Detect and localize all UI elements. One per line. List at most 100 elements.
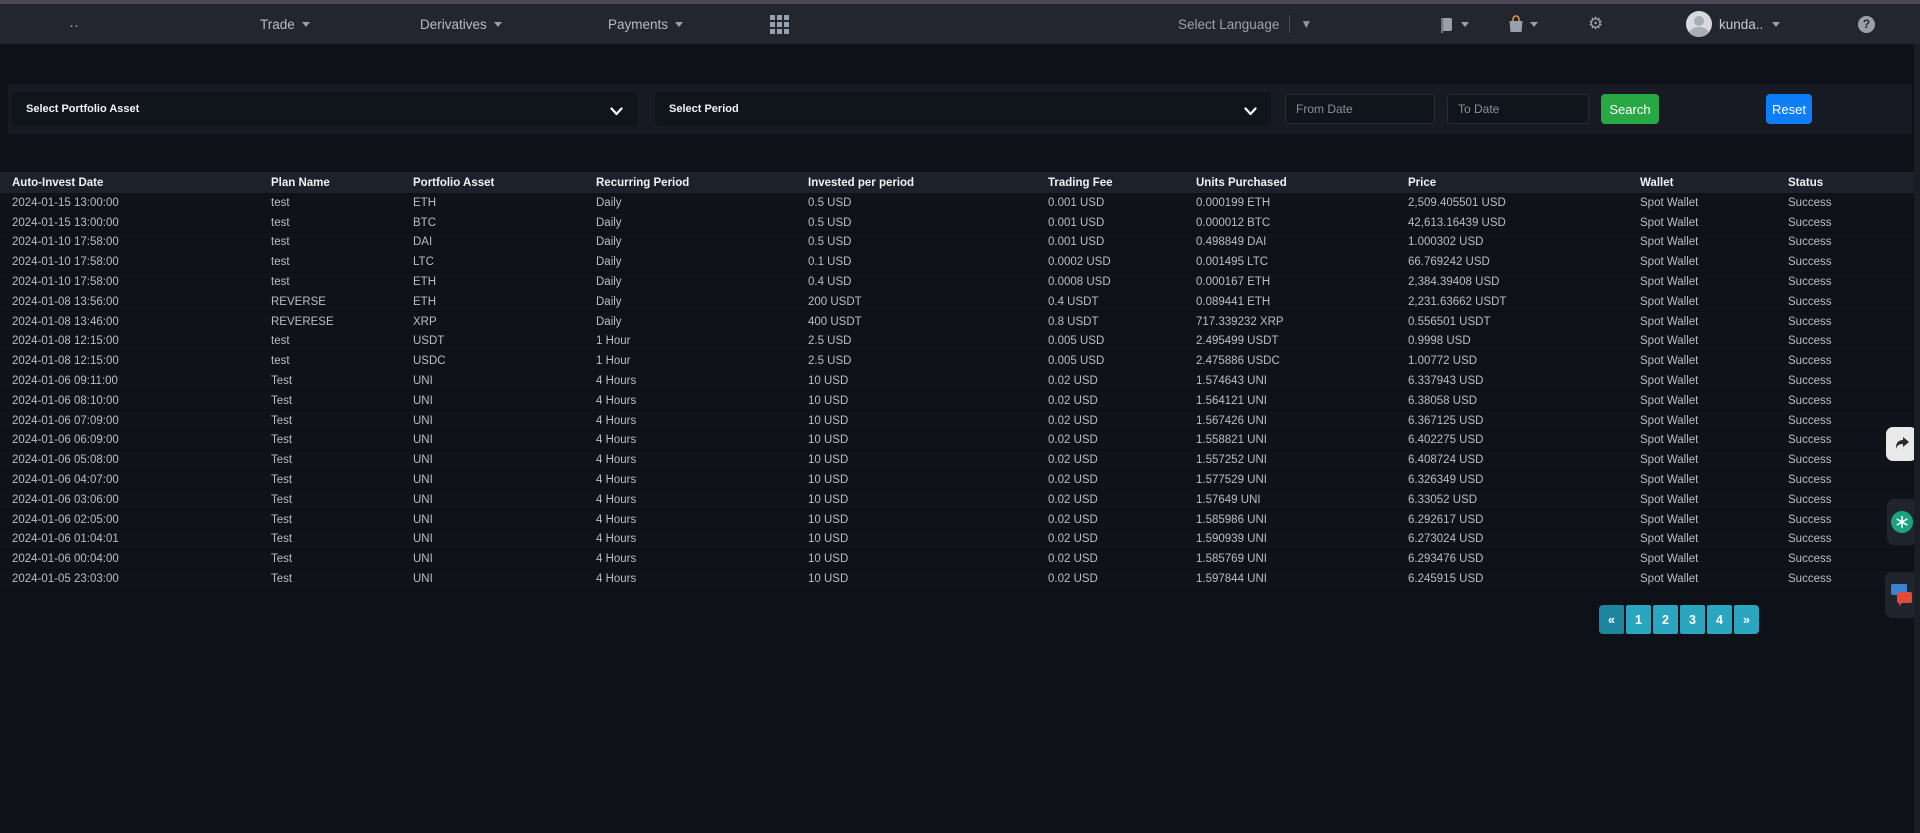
- table-cell: USDT: [413, 332, 596, 352]
- logo: ..: [70, 4, 80, 44]
- table-cell: 2024-01-06 02:05:00: [0, 510, 271, 530]
- user-menu[interactable]: kunda..: [1686, 4, 1780, 44]
- table-cell: 2024-01-05 23:03:00: [0, 569, 271, 589]
- help-icon: ?: [1858, 16, 1875, 33]
- orders-menu[interactable]: [1438, 4, 1469, 44]
- table-row: 2024-01-06 04:07:00TestUNI4 Hours10 USD0…: [0, 470, 1920, 490]
- table-cell: 2024-01-06 00:04:00: [0, 549, 271, 569]
- apps-grid-icon[interactable]: [770, 4, 789, 44]
- pagination-page-1[interactable]: 1: [1626, 605, 1651, 634]
- table-cell: 2024-01-06 03:06:00: [0, 490, 271, 510]
- reset-button[interactable]: Reset: [1766, 94, 1812, 124]
- table-cell: 2024-01-06 01:04:01: [0, 530, 271, 550]
- table-cell: 6.292617 USD: [1408, 510, 1640, 530]
- wallet-menu[interactable]: [1508, 4, 1538, 44]
- help-button[interactable]: ?: [1858, 4, 1875, 44]
- col-status: Status: [1788, 172, 1920, 193]
- table-cell: Spot Wallet: [1640, 510, 1788, 530]
- nav-menu-derivatives-label: Derivatives: [420, 17, 487, 32]
- table-cell: Test: [271, 470, 413, 490]
- table-cell: 0.02 USD: [1048, 569, 1196, 589]
- table-cell: Spot Wallet: [1640, 431, 1788, 451]
- table-cell: UNI: [413, 470, 596, 490]
- table-cell: 0.02 USD: [1048, 510, 1196, 530]
- table-cell: 2024-01-06 05:08:00: [0, 450, 271, 470]
- col-auto-invest-date: Auto-Invest Date: [0, 172, 271, 193]
- table-cell: UNI: [413, 411, 596, 431]
- table-row: 2024-01-06 07:09:00TestUNI4 Hours10 USD0…: [0, 411, 1920, 431]
- table-cell: 2.5 USD: [808, 332, 1048, 352]
- table-cell: 0.000199 ETH: [1196, 193, 1408, 213]
- table-cell: Spot Wallet: [1640, 292, 1788, 312]
- pagination-page-3[interactable]: 3: [1680, 605, 1705, 634]
- col-plan-name: Plan Name: [271, 172, 413, 193]
- settings-gear-icon[interactable]: ⚙: [1588, 4, 1603, 44]
- table-cell: 0.5 USD: [808, 213, 1048, 233]
- table-row: 2024-01-08 13:46:00REVERESEXRPDaily400 U…: [0, 312, 1920, 332]
- nav-menu-derivatives[interactable]: Derivatives: [420, 4, 502, 44]
- table-cell: Daily: [596, 292, 808, 312]
- language-selector[interactable]: Select Language ▼: [1178, 4, 1312, 44]
- book-icon: [1438, 16, 1455, 33]
- table-cell: REVERESE: [271, 312, 413, 332]
- table-cell: Spot Wallet: [1640, 411, 1788, 431]
- table-cell: 0.02 USD: [1048, 371, 1196, 391]
- table-cell: Spot Wallet: [1640, 530, 1788, 550]
- table-cell: 42,613.16439 USD: [1408, 213, 1640, 233]
- table-cell: ETH: [413, 193, 596, 213]
- table-cell: 1.00772 USD: [1408, 351, 1640, 371]
- table-cell: Test: [271, 569, 413, 589]
- table-cell: 0.4 USDT: [1048, 292, 1196, 312]
- nav-menu-trade[interactable]: Trade: [260, 4, 310, 44]
- assistant-icon: [1891, 511, 1913, 533]
- table-cell: 0.9998 USD: [1408, 332, 1640, 352]
- table-cell: 10 USD: [808, 470, 1048, 490]
- from-date-input[interactable]: [1285, 94, 1435, 124]
- table-cell: UNI: [413, 490, 596, 510]
- pagination-next-button[interactable]: »: [1734, 605, 1759, 634]
- table-cell: 0.4 USD: [808, 272, 1048, 292]
- to-date-input[interactable]: [1447, 94, 1589, 124]
- table-cell: 6.33052 USD: [1408, 490, 1640, 510]
- portfolio-asset-select-value: Select Portfolio Asset: [26, 103, 139, 115]
- portfolio-asset-select[interactable]: Select Portfolio Asset: [12, 92, 637, 126]
- table-cell: Spot Wallet: [1640, 213, 1788, 233]
- pagination-prev-button[interactable]: «: [1599, 605, 1624, 634]
- table-cell: 2024-01-08 13:46:00: [0, 312, 271, 332]
- table-cell: 4 Hours: [596, 510, 808, 530]
- table-cell: Test: [271, 530, 413, 550]
- table-cell: 2024-01-10 17:58:00: [0, 272, 271, 292]
- auto-invest-history-table: Auto-Invest Date Plan Name Portfolio Ass…: [0, 172, 1920, 589]
- pagination-page-2[interactable]: 2: [1653, 605, 1678, 634]
- table-cell: 0.5 USD: [808, 193, 1048, 213]
- pagination-page-4[interactable]: 4: [1707, 605, 1732, 634]
- nav-menu-payments[interactable]: Payments: [608, 4, 683, 44]
- period-select[interactable]: Select Period: [655, 92, 1271, 126]
- table-row: 2024-01-08 13:56:00REVERSEETHDaily200 US…: [0, 292, 1920, 312]
- table-cell: 0.001 USD: [1048, 193, 1196, 213]
- table-cell: 2024-01-08 13:56:00: [0, 292, 271, 312]
- table-cell: Test: [271, 510, 413, 530]
- table-cell: 0.005 USD: [1048, 332, 1196, 352]
- table-cell: 4 Hours: [596, 391, 808, 411]
- table-row: 2024-01-06 09:11:00TestUNI4 Hours10 USD0…: [0, 371, 1920, 391]
- table-cell: 0.02 USD: [1048, 391, 1196, 411]
- table-cell: 0.02 USD: [1048, 490, 1196, 510]
- table-cell: Spot Wallet: [1640, 233, 1788, 253]
- filter-panel: Select Portfolio Asset Select Period Sea…: [8, 84, 1912, 134]
- table-cell: Daily: [596, 252, 808, 272]
- table-cell: 10 USD: [808, 371, 1048, 391]
- table-cell: 6.38058 USD: [1408, 391, 1640, 411]
- table-cell: 0.000167 ETH: [1196, 272, 1408, 292]
- table-cell: UNI: [413, 431, 596, 451]
- table-cell: Success: [1788, 213, 1920, 233]
- table-row: 2024-01-06 06:09:00TestUNI4 Hours10 USD0…: [0, 431, 1920, 451]
- search-button[interactable]: Search: [1601, 94, 1659, 124]
- table-cell: 2.475886 USDC: [1196, 351, 1408, 371]
- assistant-float-button[interactable]: [1887, 499, 1917, 545]
- table-cell: 0.5 USD: [808, 233, 1048, 253]
- share-float-button[interactable]: [1886, 427, 1917, 461]
- table-cell: 2.495499 USDT: [1196, 332, 1408, 352]
- scrollbar[interactable]: [1914, 44, 1920, 833]
- table-cell: Test: [271, 450, 413, 470]
